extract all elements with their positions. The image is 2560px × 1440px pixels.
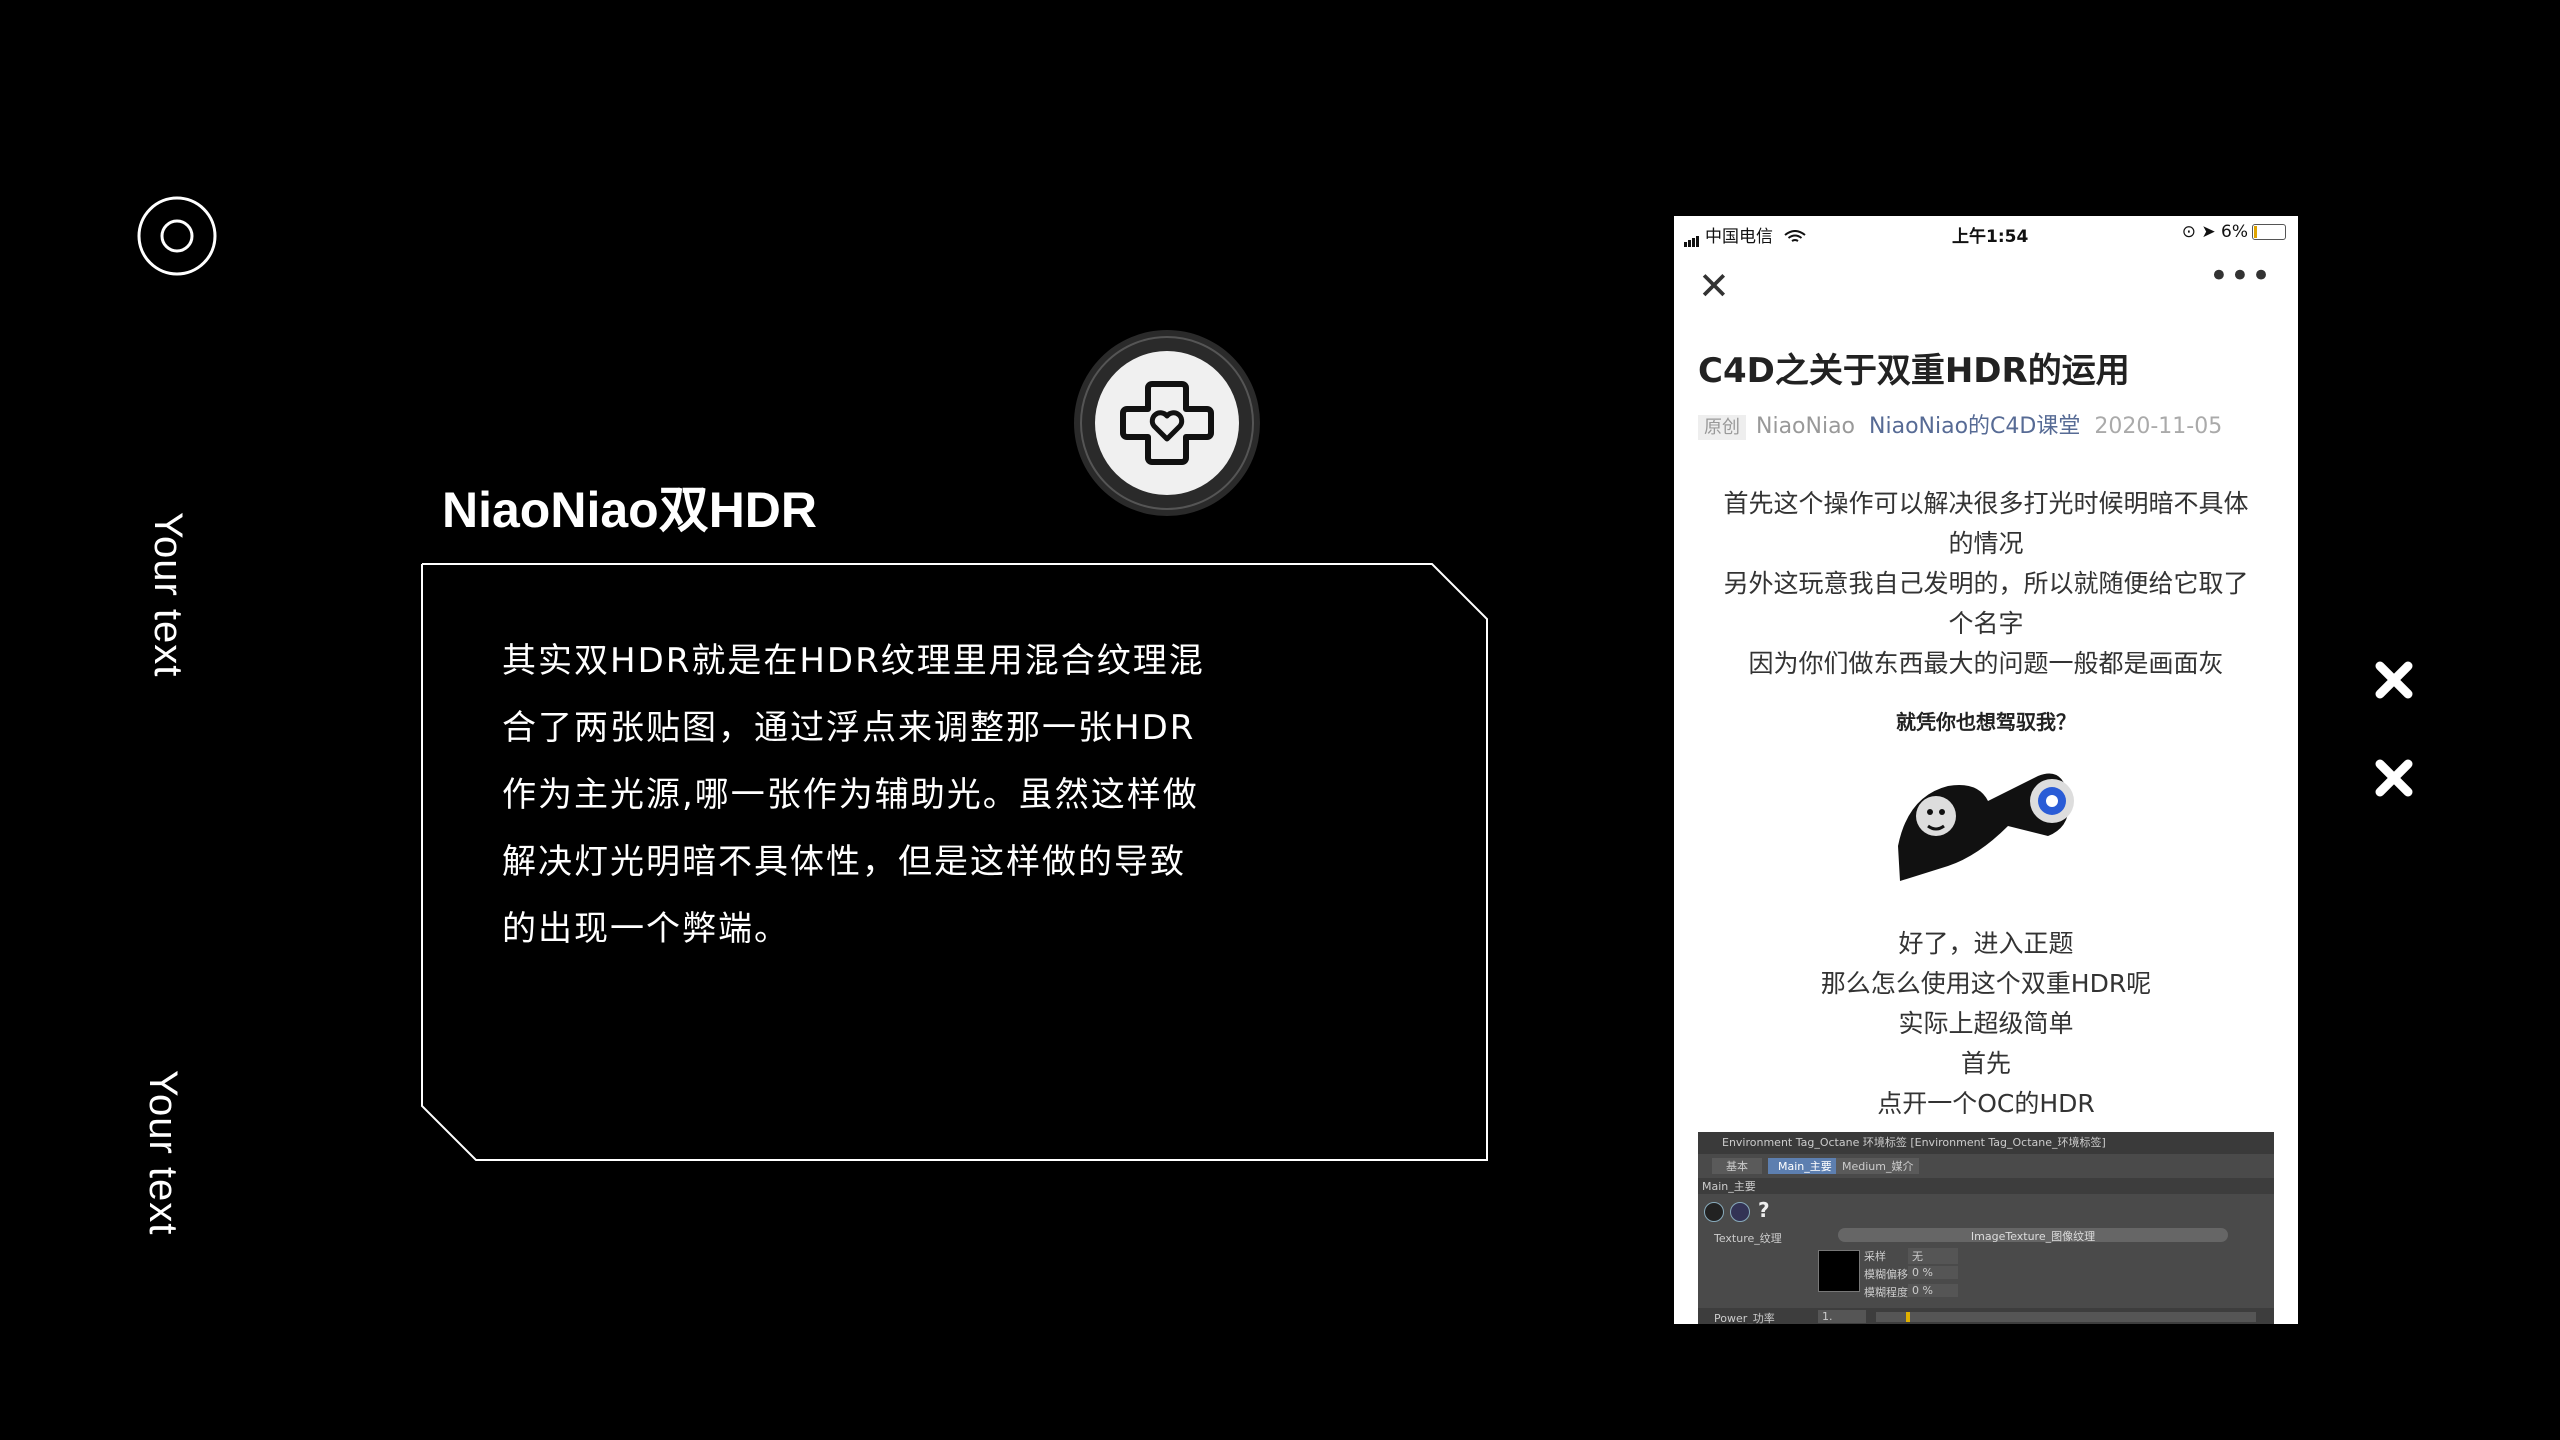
field-label: 模糊程度 — [1864, 1286, 1908, 1299]
power-slider[interactable] — [1876, 1312, 2256, 1322]
x-mark-icon — [2375, 759, 2413, 797]
para-line: 首先 — [1960, 1049, 2011, 1078]
panel-tab[interactable]: 基本 — [1712, 1158, 1762, 1174]
account-link[interactable]: NiaoNiao的C4D课堂 — [1869, 414, 2080, 439]
meme-illustration — [1888, 746, 2084, 892]
field-value[interactable]: 无 — [1908, 1248, 1958, 1264]
field-value[interactable]: 0 % — [1908, 1284, 1958, 1297]
author-name: NiaoNiao — [1756, 414, 1856, 439]
article-meta: 原创 NiaoNiao NiaoNiao的C4D课堂 2020-11-05 — [1698, 408, 2222, 440]
status-time: 上午1:54 — [1952, 227, 2029, 247]
phone-screenshot: 中国电信 上午1:54 ⊙ ➤ 6% ✕ ••• C4D之关于双重HDR的运用 … — [1674, 216, 2298, 1324]
panel-tab[interactable]: Main_主要 — [1768, 1158, 1842, 1174]
texture-label: Texture_纹理 — [1714, 1232, 1782, 1245]
para-line: 那么怎么使用这个双重HDR呢 — [1820, 969, 2152, 998]
slide-heading: NiaoNiao双HDR — [442, 482, 818, 538]
para-line: 实际上超级简单 — [1898, 1009, 2074, 1038]
slider-handle[interactable] — [1906, 1312, 1910, 1322]
help-icon[interactable]: ? — [1758, 1198, 1770, 1222]
texture-preview — [1818, 1250, 1860, 1292]
gradient-icon[interactable] — [1704, 1202, 1724, 1222]
para-line: 个名字 — [1948, 609, 2024, 638]
battery-icon — [2252, 224, 2286, 240]
panel-icons: ? — [1698, 1198, 2274, 1224]
para-line: 首先这个操作可以解决很多打光时候明暗不具体 — [1723, 489, 2249, 518]
para-line: 因为你们做东西最大的问题一般都是画面灰 — [1748, 649, 2224, 678]
location-icon: ➤ — [2201, 222, 2216, 242]
body-line: 合了两张贴图，通过浮点来调整那一张HDR — [502, 708, 1196, 748]
article-title: C4D之关于双重HDR的运用 — [1698, 351, 2130, 391]
battery-label: 6% — [2221, 222, 2248, 242]
panel-section: Main_主要 — [1698, 1178, 2274, 1194]
vertical-caption-bottom: Your text — [141, 1070, 185, 1236]
field-label: 模糊偏移 — [1864, 1268, 1908, 1281]
para-line: 另外这玩意我自己发明的，所以就随便给它取了 — [1723, 569, 2249, 598]
status-left: 中国电信 — [1684, 222, 1807, 247]
orientation-lock-icon: ⊙ — [2181, 222, 2196, 242]
para-line: 好了，进入正题 — [1898, 929, 2074, 958]
medical-cross-heart-icon — [1074, 330, 1260, 516]
article-paragraph: 好了，进入正题 那么怎么使用这个双重HDR呢 实际上超级简单 首先 点开一个OC… — [1698, 924, 2274, 1124]
power-row: Power_功率 1. — [1698, 1308, 2274, 1324]
texture-row: Texture_纹理 ImageTexture_图像纹理 — [1698, 1228, 2274, 1245]
octane-settings-screenshot: Environment Tag_Octane 环境标签 [Environment… — [1698, 1132, 2274, 1324]
status-bar: 中国电信 上午1:54 ⊙ ➤ 6% — [1674, 216, 2298, 250]
status-right: ⊙ ➤ 6% — [2182, 222, 2286, 242]
vertical-caption-top: Your text — [146, 512, 190, 678]
signal-icon — [1684, 227, 1700, 247]
body-line: 作为主光源,哪一张作为辅助光。虽然这样做 — [502, 775, 1199, 815]
para-line: 点开一个OC的HDR — [1877, 1089, 2095, 1118]
texture-value[interactable]: ImageTexture_图像纹理 — [1838, 1228, 2228, 1243]
close-icon[interactable]: ✕ — [1698, 264, 1730, 308]
more-icon[interactable]: ••• — [2209, 256, 2272, 296]
power-label: Power_功率 — [1714, 1312, 1775, 1324]
body-line: 其实双HDR就是在HDR纹理里用混合纹理混 — [502, 641, 1205, 681]
body-line: 解决灯光明暗不具体性，但是这样做的导致 — [502, 842, 1186, 882]
original-tag: 原创 — [1698, 415, 1746, 440]
gradient-icon[interactable] — [1730, 1202, 1750, 1222]
power-value[interactable]: 1. — [1818, 1310, 1866, 1323]
publish-date: 2020-11-05 — [2094, 414, 2223, 439]
para-line: 的情况 — [1948, 529, 2024, 558]
wifi-icon — [1784, 230, 1807, 242]
panel-title: Environment Tag_Octane 环境标签 [Environment… — [1698, 1132, 2274, 1154]
concentric-circle-icon — [137, 196, 217, 276]
article-paragraph: 首先这个操作可以解决很多打光时候明暗不具体 的情况 另外这玩意我自己发明的，所以… — [1698, 484, 2274, 684]
panel-tab[interactable]: Medium_媒介 — [1836, 1158, 1920, 1174]
field-label: 采样 — [1864, 1250, 1886, 1263]
carrier-label: 中国电信 — [1705, 227, 1773, 247]
field-value[interactable]: 0 % — [1908, 1266, 1958, 1279]
x-mark-icon — [2375, 661, 2413, 699]
body-line: 的出现一个弊端。 — [502, 909, 790, 949]
panel-tabs: 基本 Main_主要 Medium_媒介 — [1698, 1156, 2274, 1174]
slide-body-text: 其实双HDR就是在HDR纹理里用混合纹理混 合了两张贴图，通过浮点来调整那一张H… — [502, 628, 1242, 963]
meme-image: 就凭你也想驾驭我？ — [1888, 706, 2084, 892]
